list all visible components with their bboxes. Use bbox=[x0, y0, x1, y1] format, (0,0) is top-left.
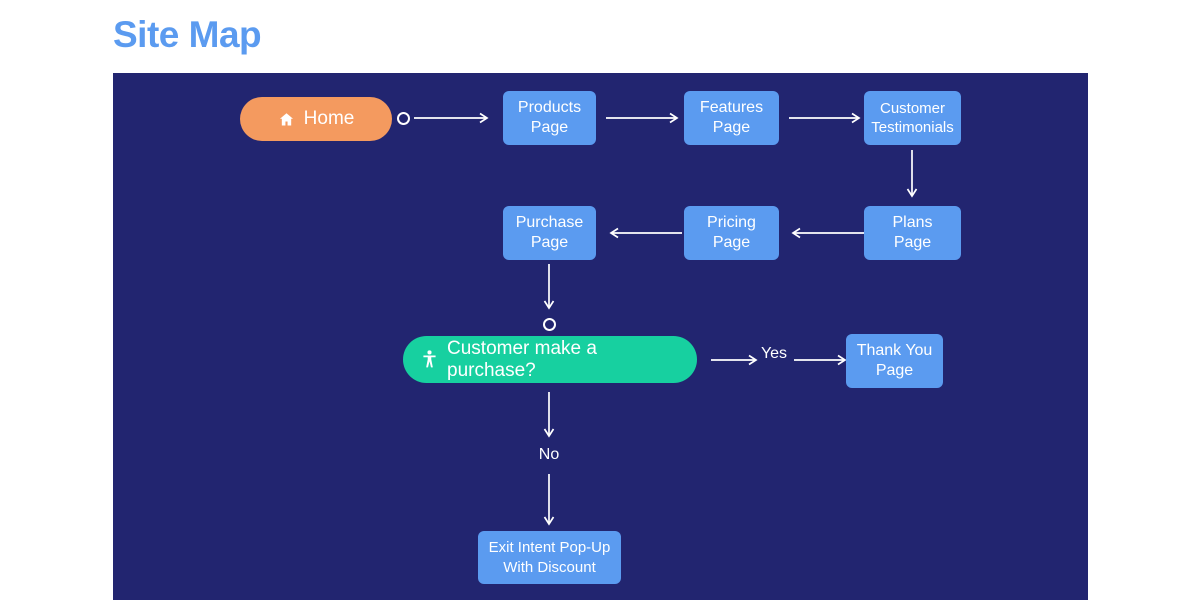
node-purchase-page-label-line1: Purchase bbox=[515, 213, 584, 231]
edge-testimonials-to-plans bbox=[906, 150, 918, 202]
edge-plans-to-pricing bbox=[786, 227, 864, 239]
node-features-page-label-line2: Page bbox=[712, 119, 751, 136]
edge-pricing-to-purchase bbox=[604, 227, 682, 239]
site-map-screenshot: Site Map Home Products Page Features Pag… bbox=[0, 0, 1200, 600]
node-features-page-label-line1: Features bbox=[699, 98, 764, 116]
diagram-panel: Home Products Page Features Page Custome… bbox=[113, 73, 1088, 600]
node-pricing-page-label-line1: Pricing bbox=[707, 213, 756, 231]
node-thank-you-page-label-line2: Page bbox=[875, 362, 914, 379]
node-decision-label: Customer make a purchase? bbox=[447, 337, 597, 381]
node-thank-you-page-label-line1: Thank You bbox=[856, 341, 933, 359]
edge-products-to-features bbox=[606, 112, 684, 124]
node-exit-intent-popup-label-line1: Exit Intent Pop-Up bbox=[488, 539, 611, 557]
node-thank-you-page[interactable]: Thank You Page bbox=[846, 334, 943, 388]
connector-circle-home bbox=[397, 112, 410, 125]
node-plans-page-label-line1: Plans bbox=[892, 213, 933, 231]
node-products-page-label-line2: Page bbox=[530, 119, 569, 136]
node-home-label: Home bbox=[303, 108, 355, 129]
node-exit-intent-popup-label-line2: With Discount bbox=[503, 558, 596, 576]
node-products-page[interactable]: Products Page bbox=[503, 91, 596, 145]
edge-home-to-products bbox=[414, 112, 494, 124]
node-purchase-page[interactable]: Purchase Page bbox=[503, 206, 596, 260]
edge-yes-to-thankyou bbox=[794, 354, 850, 366]
node-exit-intent-popup[interactable]: Exit Intent Pop-Up With Discount bbox=[478, 531, 621, 584]
node-customer-testimonials-label-line2: Testimonials bbox=[871, 119, 954, 136]
node-decision-customer-purchase[interactable]: Customer make a purchase? bbox=[403, 336, 697, 383]
edge-label-yes: Yes bbox=[760, 345, 788, 362]
node-customer-testimonials[interactable]: Customer Testimonials bbox=[864, 91, 961, 145]
node-customer-testimonials-label-line1: Customer bbox=[879, 99, 946, 117]
connector-circle-decision bbox=[543, 318, 556, 331]
node-pricing-page[interactable]: Pricing Page bbox=[684, 206, 779, 260]
edge-purchase-to-decision bbox=[543, 264, 555, 314]
node-pricing-page-label-line2: Page bbox=[712, 234, 751, 251]
node-plans-page-label-line2: Page bbox=[893, 234, 932, 251]
node-home[interactable]: Home bbox=[240, 97, 392, 141]
edge-decision-to-no bbox=[543, 392, 555, 442]
node-features-page[interactable]: Features Page bbox=[684, 91, 779, 145]
page-title: Site Map bbox=[113, 14, 262, 55]
node-purchase-page-label-line2: Page bbox=[530, 234, 569, 251]
home-icon bbox=[278, 111, 295, 128]
edge-label-no: No bbox=[538, 446, 560, 463]
edge-features-to-testimonials bbox=[789, 112, 866, 124]
node-plans-page[interactable]: Plans Page bbox=[864, 206, 961, 260]
edge-no-to-exit-intent bbox=[543, 474, 555, 530]
person-icon bbox=[421, 350, 438, 369]
node-products-page-label-line1: Products bbox=[517, 98, 582, 116]
